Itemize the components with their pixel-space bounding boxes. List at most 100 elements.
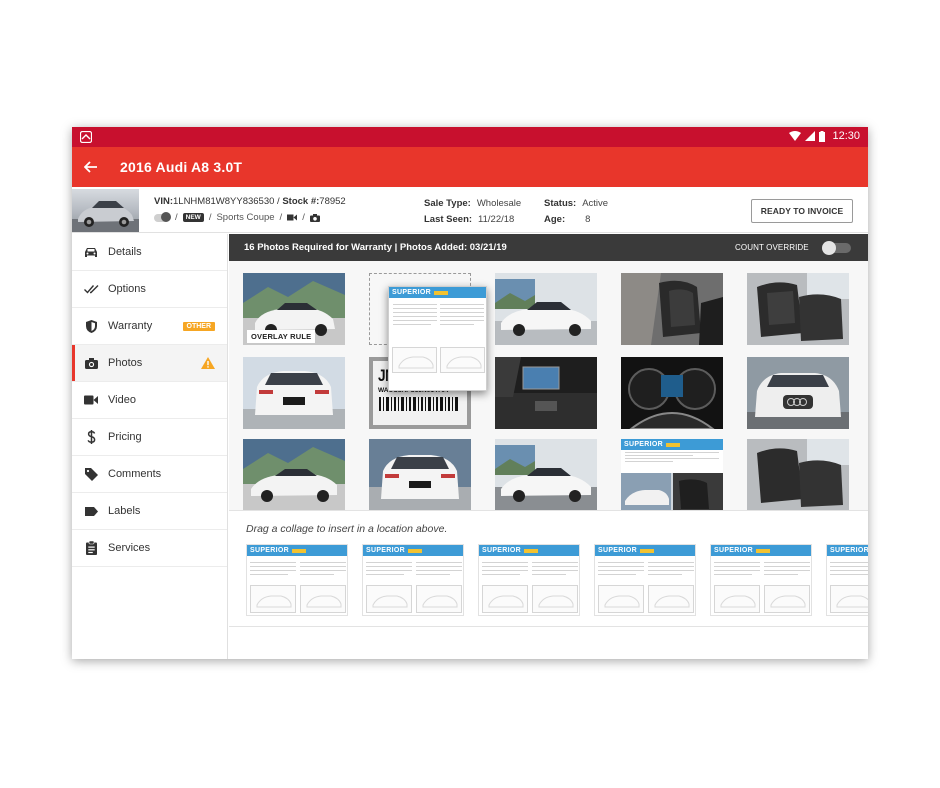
- count-override-toggle[interactable]: [822, 241, 851, 255]
- collage-brand: SUPERIOR: [624, 441, 663, 448]
- dragged-collage[interactable]: SUPERIOR: [388, 286, 487, 391]
- photo-tile[interactable]: [243, 357, 345, 429]
- bowtie-logo: [433, 290, 448, 295]
- photo-tile[interactable]: [369, 439, 471, 510]
- sidebar-item-label: Details: [108, 246, 142, 258]
- sidebar-item-label: Photos: [108, 357, 143, 369]
- vehicle-thumbnail[interactable]: [72, 189, 139, 232]
- tag-icon: [82, 465, 100, 483]
- last-seen-value: 11/22/18: [478, 214, 515, 225]
- app-bar: 2016 Audi A8 3.0T: [72, 147, 868, 187]
- age-label: Age:: [544, 214, 566, 225]
- battery-icon: [819, 130, 826, 142]
- label-icon: [82, 502, 100, 520]
- tray-hint: Drag a collage to insert in a location a…: [246, 523, 448, 535]
- age-value: 8: [585, 214, 591, 225]
- back-button[interactable]: [72, 147, 110, 187]
- count-override-label: COUNT OVERRIDE: [735, 243, 809, 252]
- sidebar-item-options[interactable]: Options: [72, 271, 227, 308]
- separator: /: [279, 212, 283, 223]
- collage-header: SUPERIOR: [389, 287, 486, 298]
- bowtie-logo: [755, 548, 770, 553]
- clipboard-icon: [82, 539, 100, 557]
- sidebar-item-label: Pricing: [108, 431, 142, 443]
- car-icon: [82, 243, 100, 261]
- bowtie-logo: [407, 548, 422, 553]
- dollar-icon: [82, 428, 100, 446]
- collage-template[interactable]: SUPERIOR: [594, 544, 696, 616]
- sidebar: Details Options Warranty OTHER Photos Vi…: [72, 234, 228, 659]
- video-icon: [82, 391, 100, 409]
- bowtie-logo: [291, 548, 306, 553]
- collage-tray: Drag a collage to insert in a location a…: [229, 510, 868, 627]
- tablet-screen: 12:30 2016 Audi A8 3.0T VIN:1LNHM81W8YY8…: [72, 127, 868, 659]
- photo-tile[interactable]: [747, 439, 849, 510]
- sidebar-item-label: Services: [108, 542, 151, 554]
- new-badge: NEW: [182, 213, 204, 222]
- last-seen: Last Seen: 11/22/18: [424, 214, 514, 225]
- collage-brand: SUPERIOR: [392, 289, 431, 296]
- photo-tile[interactable]: [747, 357, 849, 429]
- vin-label: VIN:: [154, 196, 173, 207]
- collage-brand: SUPERIOR: [598, 547, 637, 554]
- collage-header: SUPERIOR: [621, 439, 723, 450]
- sidebar-item-comments[interactable]: Comments: [72, 456, 227, 493]
- camera-icon: [82, 354, 100, 372]
- sale-type: Sale Type: Wholesale: [424, 198, 521, 209]
- photo-tile[interactable]: [495, 439, 597, 510]
- body-style: Sports Coupe: [216, 212, 275, 223]
- photo-tile[interactable]: [621, 357, 723, 429]
- separator: /: [302, 212, 305, 223]
- collage-brand: SUPERIOR: [830, 547, 868, 554]
- collage-header: SUPERIOR: [479, 545, 579, 556]
- sidebar-item-services[interactable]: Services: [72, 530, 227, 567]
- photo-tile[interactable]: [495, 273, 597, 345]
- vehicle-tags: / NEW / Sports Coupe / /: [154, 211, 320, 223]
- separator: /: [175, 212, 178, 223]
- bowtie-logo: [523, 548, 538, 553]
- sidebar-item-video[interactable]: Video: [72, 382, 227, 419]
- status-value: Active: [582, 198, 609, 209]
- collage-template[interactable]: SUPERIOR: [246, 544, 348, 616]
- warning-icon: [201, 357, 215, 372]
- collage-tile[interactable]: SUPERIOR: [621, 439, 723, 510]
- collage-template[interactable]: SUPERIOR: [478, 544, 580, 616]
- collage-template[interactable]: SUPERIOR: [362, 544, 464, 616]
- photos-requirement-text: 16 Photos Required for Warranty | Photos…: [244, 242, 507, 253]
- wifi-icon: [789, 131, 802, 141]
- double-check-icon: [82, 280, 100, 298]
- sidebar-item-details[interactable]: Details: [72, 234, 227, 271]
- signal-icon: [805, 131, 816, 141]
- collage-template[interactable]: SUPERIOR: [710, 544, 812, 616]
- ready-to-invoice-button[interactable]: READY TO INVOICE: [751, 199, 853, 223]
- sale-type-value: Wholesale: [476, 198, 522, 209]
- photo-tile[interactable]: [747, 273, 849, 345]
- sale-type-label: Sale Type:: [424, 198, 471, 209]
- collage-brand: SUPERIOR: [714, 547, 753, 554]
- system-status-bar: 12:30: [72, 127, 868, 147]
- photo-tile[interactable]: [243, 439, 345, 510]
- collage-header: SUPERIOR: [247, 545, 347, 556]
- bowtie-logo: [665, 442, 680, 447]
- collage-template[interactable]: SUPERIOR: [826, 544, 868, 616]
- shield-icon: [82, 317, 100, 335]
- sidebar-item-photos[interactable]: Photos: [72, 345, 227, 382]
- sidebar-item-labels[interactable]: Labels: [72, 493, 227, 530]
- overlay-rule-label: OVERLAY RULE: [247, 330, 316, 343]
- clock: 12:30: [832, 130, 860, 142]
- status-toggle[interactable]: [154, 211, 171, 222]
- sidebar-item-warranty[interactable]: Warranty OTHER: [72, 308, 227, 345]
- collage-header: SUPERIOR: [827, 545, 868, 556]
- photo-tile[interactable]: [495, 357, 597, 429]
- separator: /: [208, 212, 212, 223]
- sidebar-item-pricing[interactable]: Pricing: [72, 419, 227, 456]
- photo-tile[interactable]: OVERLAY RULE: [243, 273, 345, 345]
- photo-grid: OVERLAY RULE SUPERIOR SUPERIOR: [229, 261, 868, 510]
- photos-requirement-bar: 16 Photos Required for Warranty | Photos…: [229, 234, 868, 261]
- bowtie-logo: [639, 548, 654, 553]
- stock-value: 78952: [319, 196, 346, 207]
- photo-tile[interactable]: [621, 273, 723, 345]
- collage-header: SUPERIOR: [595, 545, 695, 556]
- page-title: 2016 Audi A8 3.0T: [120, 159, 243, 175]
- other-badge: OTHER: [182, 322, 215, 331]
